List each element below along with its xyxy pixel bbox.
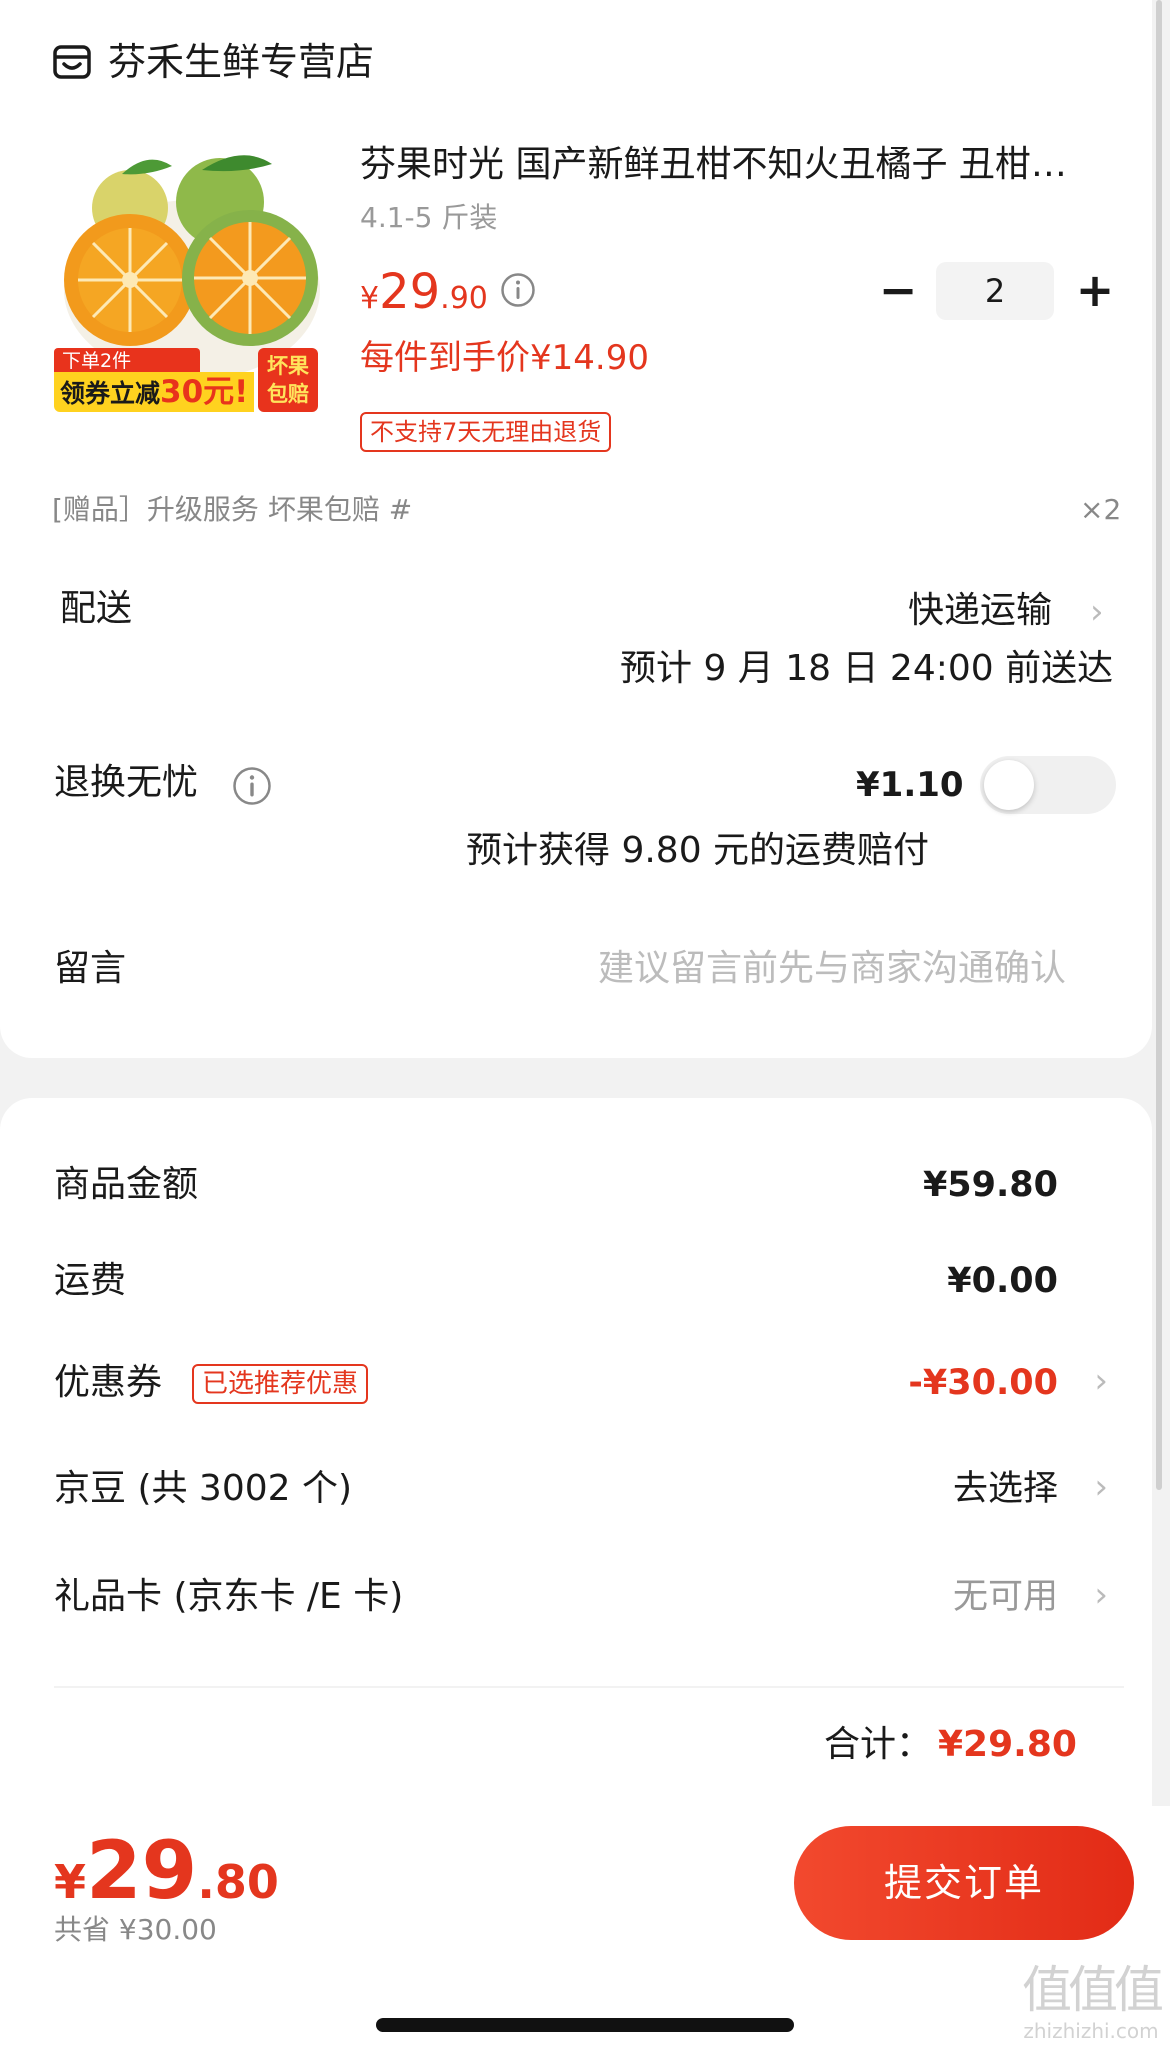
coupon-tag: 已选推荐优惠 <box>192 1364 369 1404</box>
goods-amount-value: ¥59.80 <box>922 1165 1058 1205</box>
promo-banner: 下单2件 领券立减30元! 坏果 包赔 <box>54 348 320 414</box>
jingdou-select[interactable]: 去选择 <box>953 1464 1058 1514</box>
divider <box>54 1686 1124 1688</box>
price-info-icon[interactable] <box>500 272 536 308</box>
quantity-minus-button[interactable]: − <box>876 262 920 322</box>
goods-amount-label: 商品金额 <box>54 1164 199 1205</box>
product-spec: 4.1-5 斤装 <box>360 201 498 234</box>
shipping-label: 运费 <box>54 1260 127 1301</box>
product-title[interactable]: 芬果时光 国产新鲜丑柑不知火丑橘子 丑柑不知火丑橘子 <box>360 140 1100 190</box>
submit-order-button[interactable]: 提交订单 <box>794 1826 1134 1940</box>
coupon-value[interactable]: -¥30.00 <box>908 1358 1058 1408</box>
chevron-right-icon[interactable]: › <box>1094 1356 1108 1406</box>
gift-label: [赠品］升级服务 坏果包赔 # <box>52 493 413 526</box>
giftcard-label: 礼品卡 (京东卡 /E 卡) <box>54 1576 404 1617</box>
saved-amount: 共省 ¥30.00 <box>54 1913 217 1946</box>
product-price: ¥29.90 <box>360 264 488 320</box>
coupon-label: 优惠券 <box>54 1362 163 1403</box>
worry-free-label: 退换无忧 <box>54 762 199 803</box>
promo-badge: 坏果 包赔 <box>258 348 318 412</box>
order-product-card: 芬禾生鲜专营店 下单2件 领券立减30元! 坏果 包赔 芬果时光 国产新鲜丑柑不… <box>0 0 1152 1058</box>
quantity-input[interactable]: 2 <box>936 262 1054 320</box>
return-policy-tag: 不支持7天无理由退货 <box>360 412 612 452</box>
total-value: ¥29.80 <box>938 1724 1077 1765</box>
home-indicator[interactable] <box>376 2018 794 2032</box>
chevron-right-icon[interactable]: › <box>1090 590 1104 634</box>
total-label: 合计： <box>824 1724 933 1765</box>
promo-main-text: 领券立减30元! <box>54 372 254 412</box>
worry-free-info-icon[interactable] <box>232 766 272 806</box>
memo-input[interactable] <box>540 944 1066 994</box>
gift-count: ×2 <box>1080 493 1122 526</box>
memo-label: 留言 <box>54 948 127 989</box>
checkout-bar: ¥29.80 共省 ¥30.00 提交订单 值值值 zhizhizhi.com <box>0 1806 1170 2058</box>
quantity-plus-button[interactable]: + <box>1072 262 1118 322</box>
chevron-right-icon[interactable]: › <box>1094 1570 1108 1620</box>
worry-free-note: 预计获得 9.80 元的运费赔付 <box>466 830 930 871</box>
worry-free-price: ¥1.10 <box>856 765 964 805</box>
giftcard-value[interactable]: 无可用 <box>953 1572 1058 1622</box>
toggle-knob <box>984 760 1034 810</box>
delivery-method[interactable]: 快递运输 <box>908 586 1052 636</box>
promo-top-text: 下单2件 <box>54 348 200 374</box>
jingdou-label: 京豆 (共 3002 个) <box>54 1468 353 1509</box>
unit-price: 每件到手价¥14.90 <box>360 338 649 378</box>
chevron-right-icon[interactable]: › <box>1094 1462 1108 1512</box>
worry-free-toggle[interactable] <box>980 756 1116 814</box>
scrollbar[interactable] <box>1156 0 1162 1490</box>
shipping-value: ¥0.00 <box>947 1261 1058 1301</box>
product-image[interactable]: 下单2件 领券立减30元! 坏果 包赔 <box>52 150 324 418</box>
delivery-eta: 预计 9 月 18 日 24:00 前送达 <box>620 648 1114 689</box>
watermark-logo: 值值值 zhizhizhi.com <box>1022 1961 1164 2043</box>
shop-icon <box>53 45 91 79</box>
delivery-label: 配送 <box>60 588 133 629</box>
shop-name[interactable]: 芬禾生鲜专营店 <box>108 36 374 88</box>
